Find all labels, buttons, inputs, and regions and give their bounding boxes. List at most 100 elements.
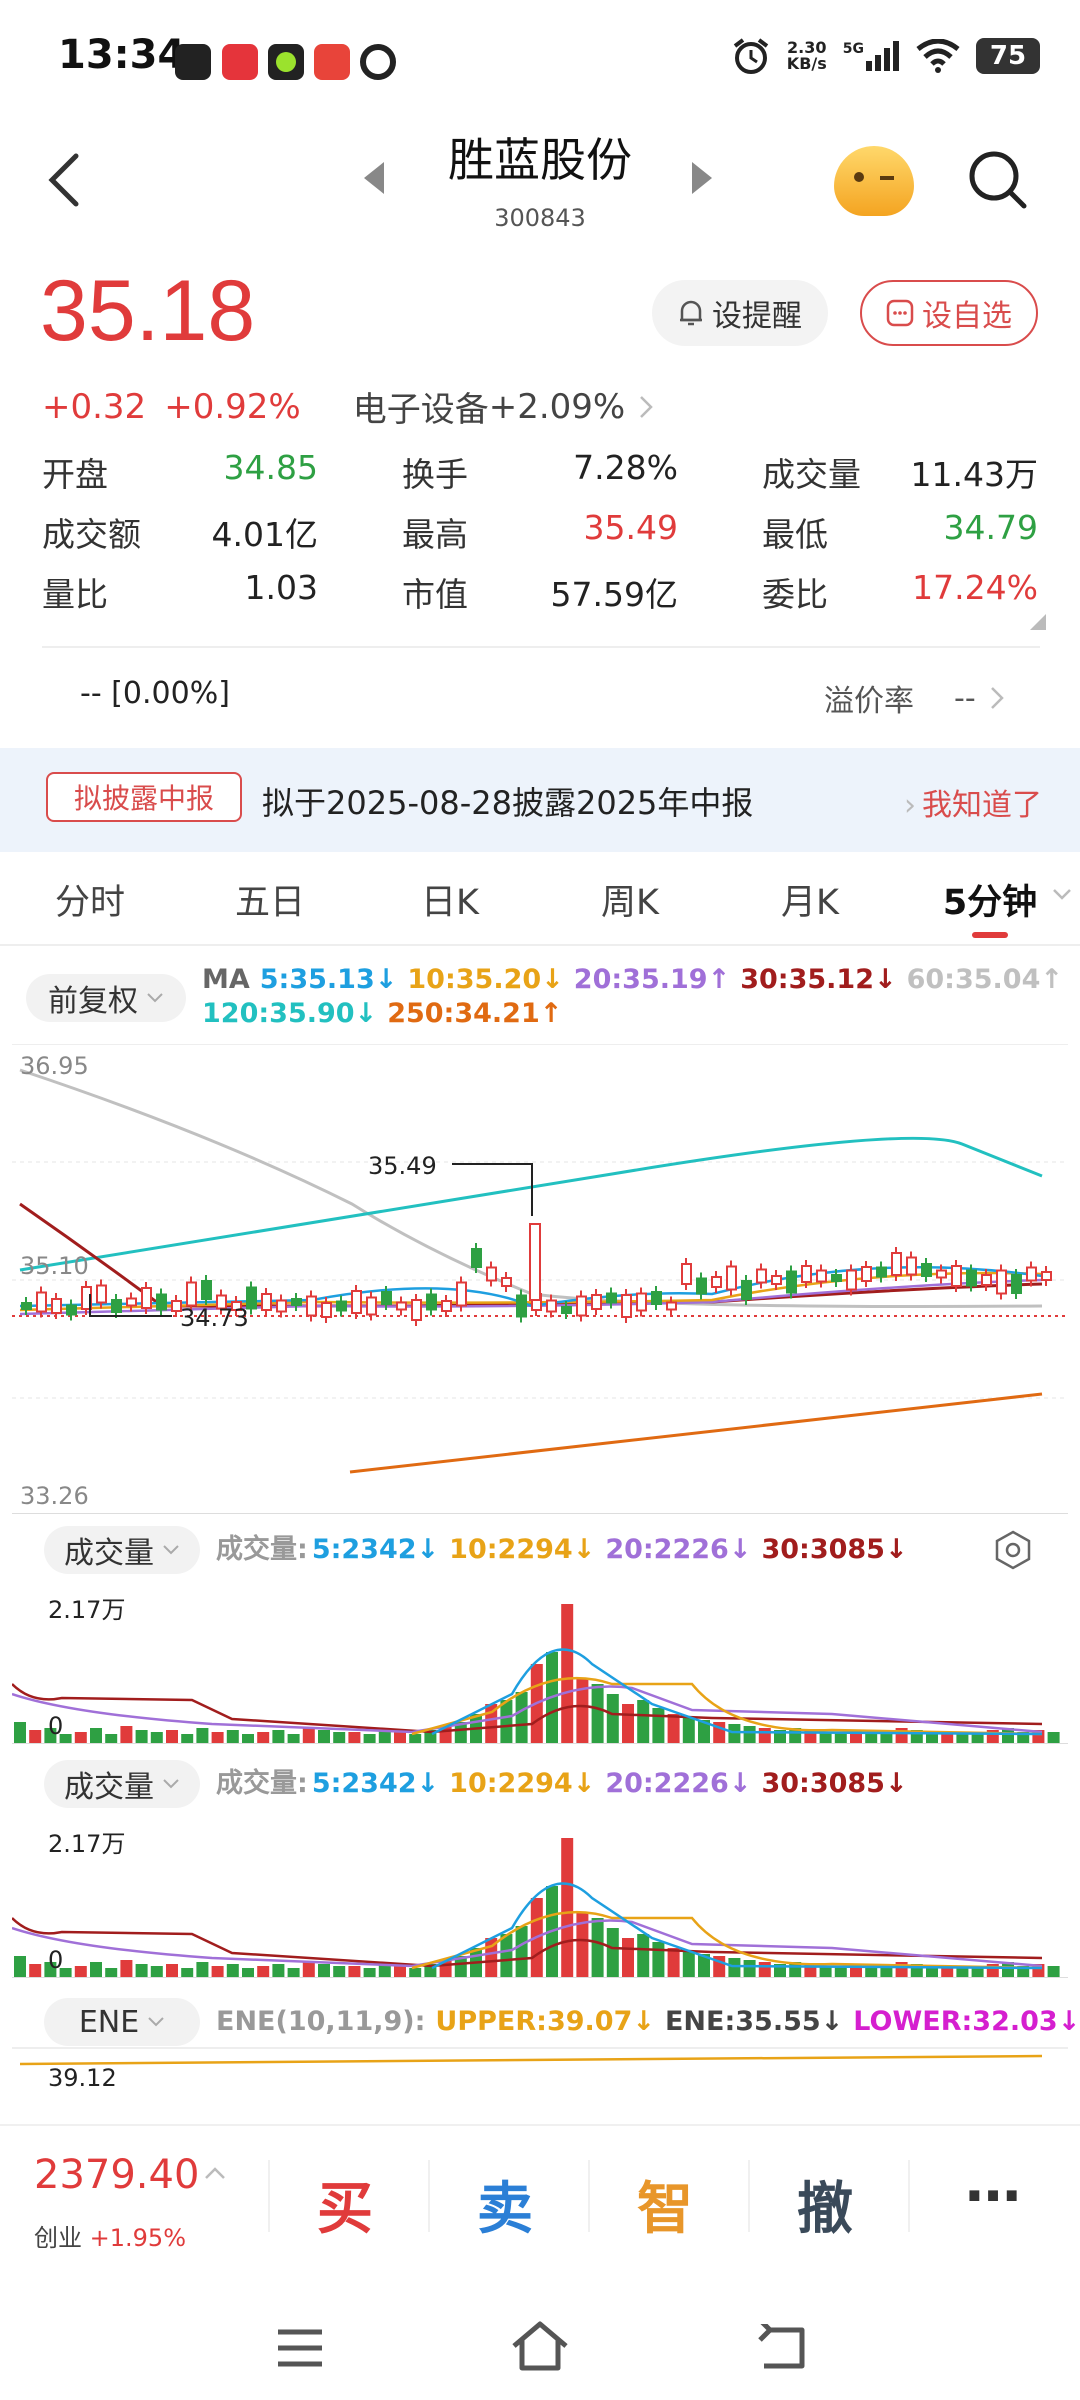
- volume-bar: [637, 1700, 650, 1744]
- back-nav-icon[interactable]: [756, 2324, 806, 2372]
- sector-change[interactable]: +2.09%: [489, 387, 626, 427]
- disclosure-banner[interactable]: 拟披露中报 拟于2025-08-28披露2025年中报 › 我知道了: [0, 748, 1080, 852]
- candle: [156, 1293, 167, 1311]
- index-value[interactable]: 2379.40: [34, 2152, 199, 2198]
- set-alert-button[interactable]: 设提醒: [652, 280, 828, 346]
- back-icon[interactable]: [44, 150, 84, 210]
- index-name-row[interactable]: 创业 +1.95%: [34, 2218, 186, 2253]
- chevron-up-icon[interactable]: [204, 2166, 226, 2180]
- expand-corner-icon[interactable]: [1030, 614, 1046, 630]
- smart-button[interactable]: 智: [590, 2164, 740, 2245]
- quote-stats: 开盘 34.85 换手 7.28% 成交量 11.43万 成交额 4.01亿 最高 35.…: [42, 442, 1040, 622]
- candle: [396, 1301, 407, 1311]
- candle: [276, 1299, 287, 1313]
- premium-label: 溢价率: [824, 684, 914, 719]
- status-time: 13:34: [58, 32, 186, 78]
- chevron-right-icon: [990, 687, 1004, 709]
- candlestick-chart[interactable]: 35.49 34.73 36.95 35.10 33.26: [12, 1044, 1068, 1514]
- volume-bar: [90, 1728, 102, 1744]
- volume-selector[interactable]: 成交量: [44, 1526, 200, 1574]
- sector-name[interactable]: 电子设备: [353, 382, 489, 431]
- stat-label: 最低: [762, 515, 828, 554]
- next-stock-arrow-icon[interactable]: [692, 162, 712, 194]
- volume-legend: 成交量: 5:2342↓ 10:2294↓ 20:2226↓ 30:3085↓: [216, 1532, 918, 1568]
- premium-rate-row[interactable]: 溢价率 --: [824, 676, 1004, 720]
- tab-intraday[interactable]: 分时: [0, 868, 180, 944]
- ma-legend-item: 5:35.13↓: [259, 964, 398, 995]
- volume-bar: [318, 1964, 330, 1978]
- mascot-icon[interactable]: [834, 146, 914, 216]
- volume-bar: [120, 1960, 133, 1978]
- volume-bar: [652, 1708, 665, 1744]
- search-icon[interactable]: [966, 148, 1028, 210]
- volume-bar: [196, 1962, 209, 1978]
- candle: [936, 1269, 947, 1279]
- more-button[interactable]: ⋯: [918, 2164, 1068, 2229]
- tab-five-day[interactable]: 五日: [180, 868, 360, 944]
- max-price-label: 35.49: [368, 1152, 437, 1180]
- volume-bar: [333, 1966, 346, 1978]
- volume-bar: [74, 1732, 87, 1744]
- settings-icon[interactable]: [994, 1530, 1032, 1570]
- candle: [621, 1294, 632, 1318]
- volume-bar: [242, 1734, 254, 1744]
- stat-label: 量比: [42, 575, 108, 614]
- home-icon[interactable]: [510, 2320, 570, 2372]
- volume-bar: [287, 1734, 300, 1744]
- stat-label: 市值: [402, 575, 468, 614]
- sell-button[interactable]: 卖: [430, 2164, 580, 2245]
- tab-5min[interactable]: 5分钟: [900, 868, 1080, 944]
- volume-legend-2: 成交量: 5:2342↓ 10:2294↓ 20:2226↓ 30:3085↓: [216, 1766, 918, 1802]
- candle: [201, 1280, 212, 1300]
- candle: [1026, 1266, 1037, 1282]
- volume-bar: [758, 1962, 771, 1978]
- candle: [921, 1263, 932, 1277]
- menu-icon[interactable]: [276, 2328, 324, 2368]
- volume-chart-2[interactable]: 2.17万 0: [12, 1818, 1068, 1978]
- volume-chart-1[interactable]: 2.17万 0: [12, 1584, 1068, 1744]
- chevron-down-icon: [148, 2017, 164, 2027]
- y-axis-mid: 35.10: [20, 1252, 89, 1280]
- candle: [696, 1277, 707, 1295]
- volume-bar: [622, 1704, 634, 1744]
- volume-bar: [561, 1838, 574, 1978]
- candle: [141, 1287, 152, 1309]
- tab-weekly-k[interactable]: 周K: [540, 868, 720, 944]
- tab-daily-k[interactable]: 日K: [360, 868, 540, 944]
- prev-stock-arrow-icon[interactable]: [364, 162, 384, 194]
- chevron-down-icon: [147, 993, 163, 1003]
- ene-selector[interactable]: ENE: [44, 1998, 200, 2046]
- volume-selector-2[interactable]: 成交量: [44, 1760, 200, 1808]
- chevron-down-icon[interactable]: [1052, 888, 1072, 902]
- volume-bar: [606, 1694, 619, 1744]
- volume-bar: [166, 1964, 178, 1978]
- chevron-right-icon[interactable]: [639, 395, 653, 419]
- volume-bar: [363, 1734, 376, 1744]
- ene-chart[interactable]: 39.12: [12, 2046, 1068, 2116]
- volume-bar: [500, 1934, 513, 1978]
- battery-icon: 75: [976, 38, 1040, 74]
- volume-bar: [682, 1952, 695, 1978]
- volume-bar: [242, 1968, 254, 1978]
- candle: [111, 1299, 122, 1313]
- adjust-selector[interactable]: 前复权: [26, 974, 186, 1022]
- dismiss-banner-button[interactable]: › 我知道了: [904, 780, 1042, 824]
- ene-lower: LOWER:32.03↓: [853, 2006, 1080, 2037]
- volume-bar: [287, 1968, 300, 1978]
- volume-bar: [74, 1966, 87, 1978]
- system-nav-bar: [0, 2280, 1080, 2400]
- volume-bar: [105, 1968, 118, 1978]
- cancel-order-button[interactable]: 撤: [750, 2164, 900, 2245]
- candle: [576, 1295, 587, 1317]
- volume-bar: [394, 1732, 406, 1744]
- stat-value: 57.59亿: [550, 575, 678, 614]
- buy-button[interactable]: 买: [270, 2164, 420, 2245]
- volume-bar: [226, 1964, 239, 1978]
- volume-bar: [105, 1734, 118, 1744]
- add-watchlist-button[interactable]: 设自选: [860, 280, 1038, 346]
- volume-bar: [211, 1732, 224, 1744]
- volume-bar: [1047, 1966, 1060, 1978]
- candle: [951, 1265, 962, 1287]
- candle: [861, 1266, 872, 1282]
- tab-monthly-k[interactable]: 月K: [720, 868, 900, 944]
